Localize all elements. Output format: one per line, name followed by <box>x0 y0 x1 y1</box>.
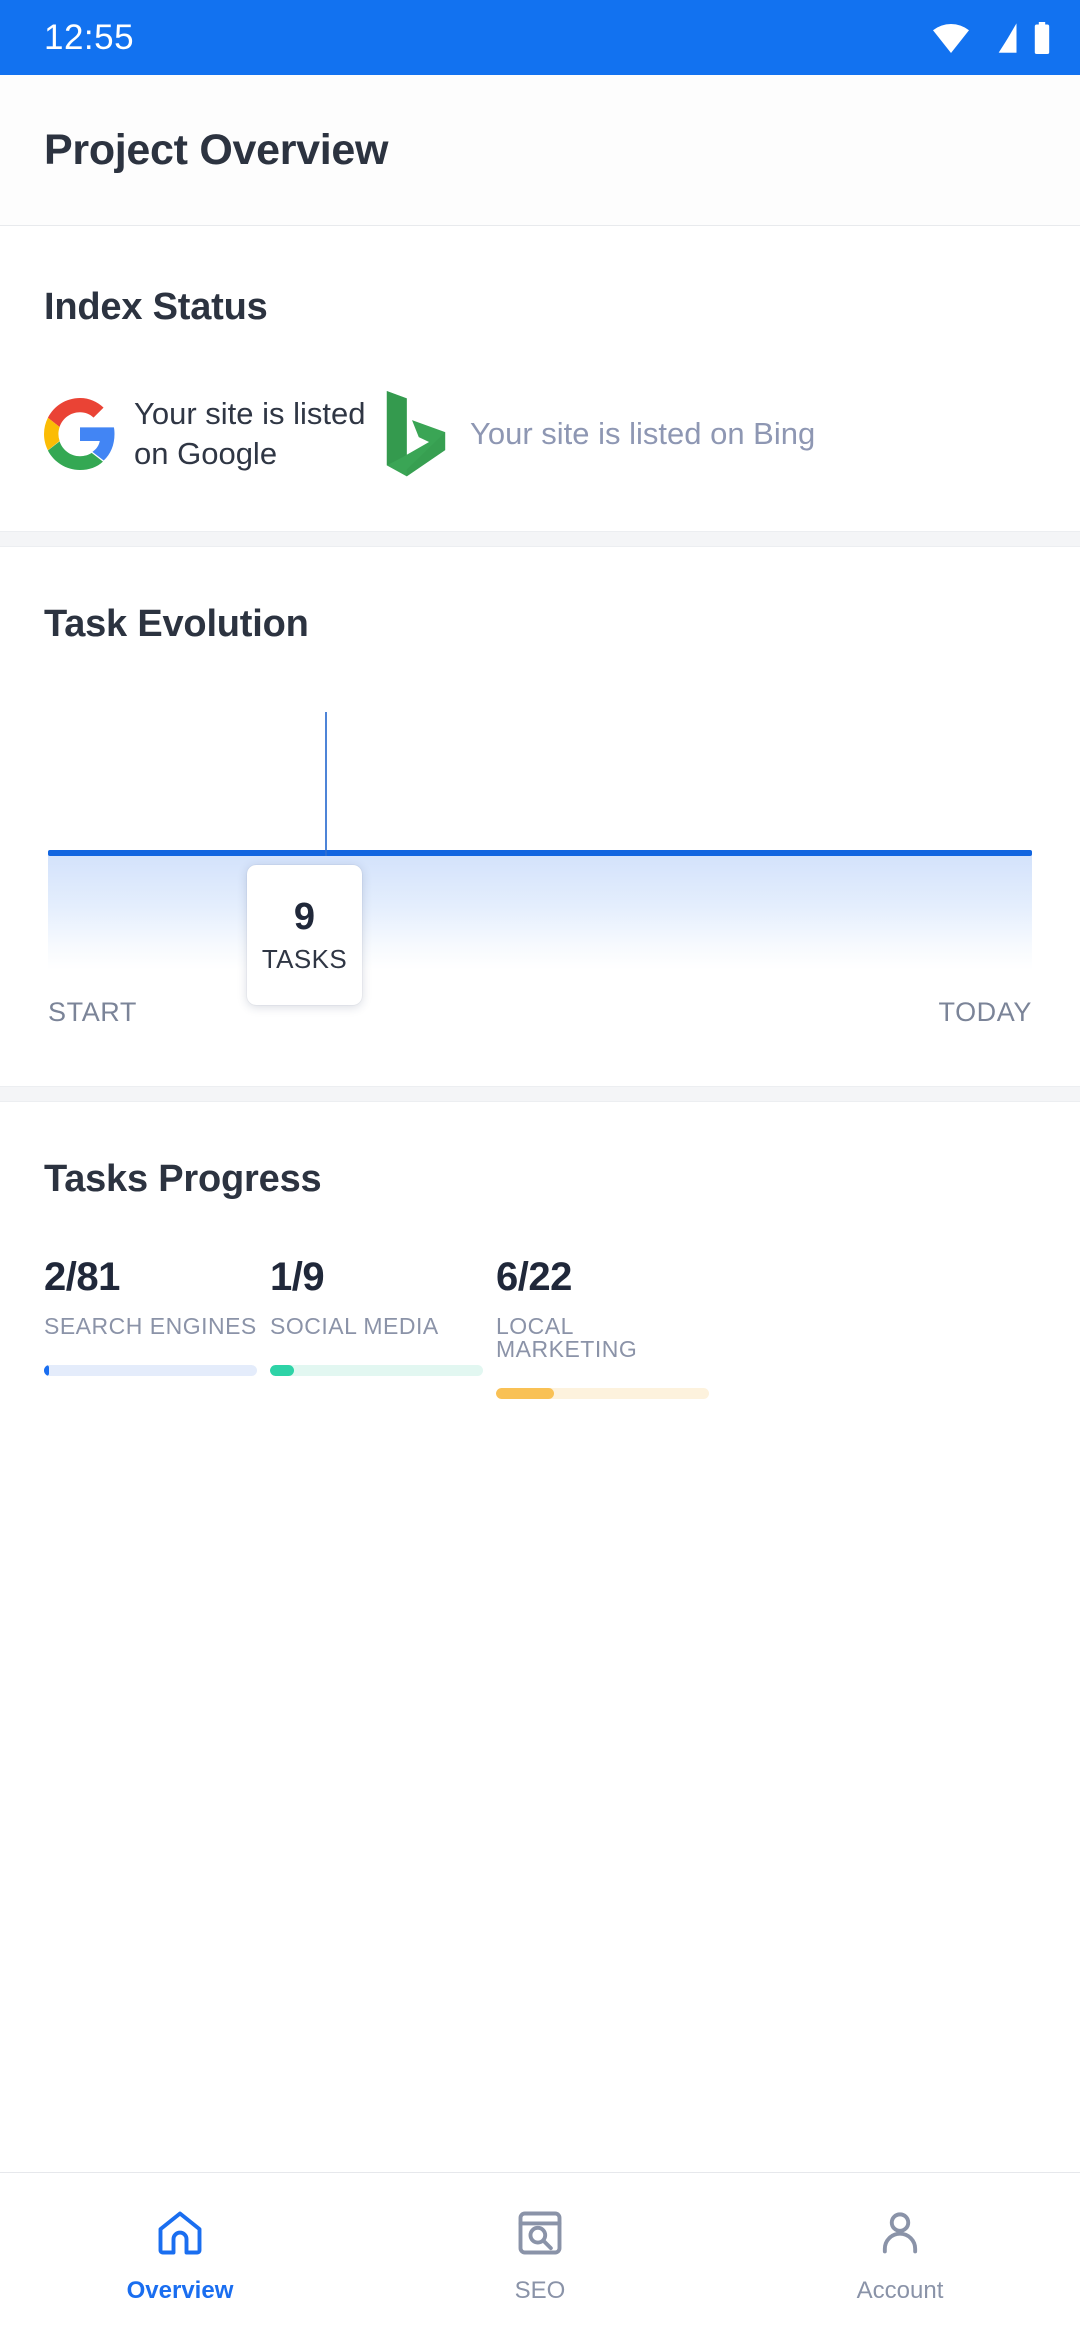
bing-logo-icon <box>386 391 446 477</box>
chart-area-fill <box>48 854 1032 970</box>
app-bar: Project Overview <box>0 75 1080 226</box>
battery-icon <box>1034 21 1050 54</box>
status-bar: 12:55 <box>0 0 1080 75</box>
status-bar-clock: 12:55 <box>44 18 135 57</box>
chart-axis-today-label: TODAY <box>938 997 1032 1027</box>
chart-tooltip-label: TASKS <box>261 944 348 974</box>
task-evolution-title: Task Evolution <box>44 603 309 645</box>
chart-tooltip-value: 9 <box>293 896 316 938</box>
nav-label-overview: Overview <box>126 2277 234 2304</box>
nav-item-account[interactable]: Account <box>720 2207 1080 2303</box>
chart-marker-line <box>325 712 327 856</box>
wifi-icon <box>933 23 969 53</box>
progress-item-search-engines[interactable]: 2/81 SEARCH ENGINES <box>44 1257 257 1399</box>
home-icon <box>158 2211 202 2255</box>
index-status-google-text: Your site is listed on Google <box>134 396 366 471</box>
index-status-item-google[interactable]: Your site is listed on Google <box>44 391 374 477</box>
progress-track <box>270 1365 483 1376</box>
index-status-title: Index Status <box>44 286 268 328</box>
index-status-bing-text: Your site is listed on Bing <box>470 416 816 452</box>
progress-track <box>44 1365 257 1376</box>
index-status-list: Your site is listed on Google Your site … <box>44 391 1036 477</box>
tasks-progress-title: Tasks Progress <box>44 1158 322 1200</box>
task-evolution-chart[interactable]: 9 TASKS START TODAY <box>44 698 1036 1038</box>
account-person-icon <box>882 2212 918 2254</box>
app-screen: 12:55 Project Overview Index Status Your… <box>0 0 1080 2332</box>
bottom-navigation: Overview SEO Account <box>0 2172 1080 2332</box>
progress-label: SOCIAL MEDIA <box>270 1313 439 1339</box>
progress-fill <box>44 1365 50 1376</box>
nav-item-seo[interactable]: SEO <box>360 2207 720 2303</box>
cellular-signal-icon <box>998 22 1017 53</box>
nav-label-seo: SEO <box>514 2277 566 2304</box>
chart-axis-start-label: START <box>48 997 138 1027</box>
google-logo-icon <box>44 398 115 470</box>
page-title: Project Overview <box>44 125 389 174</box>
index-status-item-bing[interactable]: Your site is listed on Bing <box>380 391 815 477</box>
progress-item-local-marketing[interactable]: 6/22 LOCAL MARKETING <box>496 1257 709 1399</box>
tasks-progress-list: 2/81 SEARCH ENGINES 1/9 SOCIAL MEDIA 6/2… <box>44 1257 1036 1399</box>
progress-label: SEARCH ENGINES <box>44 1313 257 1339</box>
chart-axis-labels: START TODAY <box>48 997 1032 1028</box>
progress-value: 6/22 <box>496 1255 572 1299</box>
progress-value: 1/9 <box>270 1255 325 1299</box>
progress-label: LOCAL MARKETING <box>496 1313 638 1362</box>
progress-item-social-media[interactable]: 1/9 SOCIAL MEDIA <box>270 1257 483 1399</box>
progress-fill <box>270 1365 294 1376</box>
chart-plot-area: 9 TASKS <box>48 698 1032 1005</box>
progress-fill <box>496 1388 555 1399</box>
tasks-progress-section: Tasks Progress 2/81 SEARCH ENGINES 1/9 S… <box>0 1102 1080 1439</box>
status-bar-icons <box>932 21 1052 54</box>
chart-line <box>48 850 1032 856</box>
nav-label-account: Account <box>856 2277 944 2304</box>
progress-value: 2/81 <box>44 1255 120 1299</box>
progress-track <box>496 1388 709 1399</box>
task-evolution-section: Task Evolution 9 TASKS START TODAY <box>0 547 1080 1086</box>
content-spacer <box>0 1439 1080 2172</box>
index-status-section: Index Status Your site is listed on Goog… <box>0 226 1080 531</box>
chart-tooltip[interactable]: 9 TASKS <box>247 865 362 1005</box>
nav-item-overview[interactable]: Overview <box>0 2207 360 2303</box>
section-divider-1 <box>0 531 1080 547</box>
section-divider-2 <box>0 1086 1080 1102</box>
seo-search-icon <box>518 2211 562 2255</box>
